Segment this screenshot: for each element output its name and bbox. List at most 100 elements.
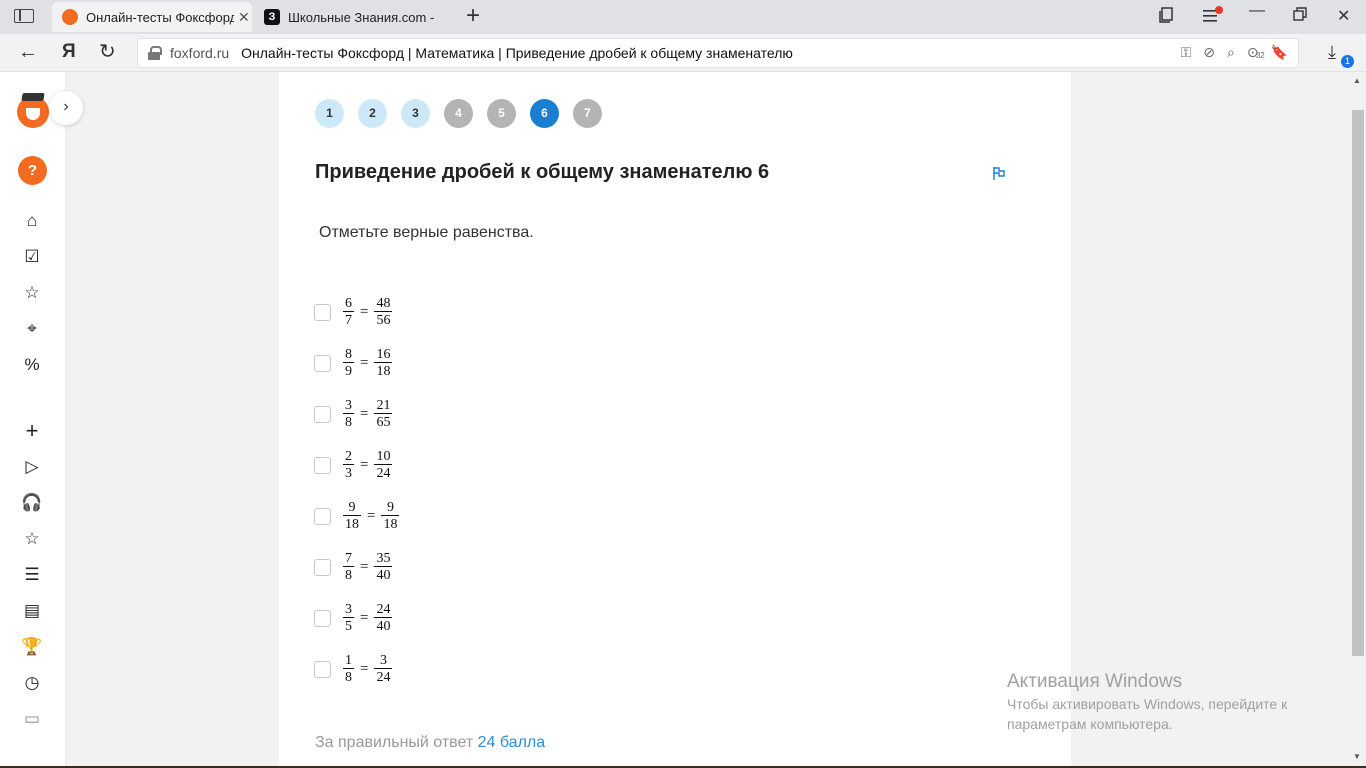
close-tab-icon[interactable]: ✕: [238, 9, 250, 26]
tab-znanija[interactable]: З Школьные Знания.com - Р: [256, 2, 456, 32]
tag-icon[interactable]: ⌖: [20, 317, 44, 341]
fraction-numerator: 3: [345, 397, 352, 413]
briefcase-icon[interactable]: ▭: [20, 707, 44, 731]
report-flag-icon[interactable]: [991, 165, 1007, 181]
fraction-numerator: 9: [348, 499, 356, 515]
list-icon[interactable]: ☰: [20, 563, 44, 587]
quiz-card: 1 2 3 4 5 6 7 Приведение дробей к общему…: [279, 72, 1071, 768]
minimize-icon[interactable]: —: [1249, 2, 1265, 20]
close-window-icon[interactable]: ✕: [1337, 6, 1350, 26]
fraction-numerator: 35: [376, 550, 391, 566]
question-title: Приведение дробей к общему знаменателю 6: [315, 161, 770, 183]
answer-checkbox[interactable]: [314, 507, 331, 525]
step-7[interactable]: 7: [573, 99, 602, 128]
answer-checkbox[interactable]: [314, 303, 331, 321]
downloads-icon[interactable]: ⤓: [1328, 42, 1336, 63]
scroll-down-arrow-icon[interactable]: ▼: [1353, 752, 1361, 761]
answer-checkbox[interactable]: [314, 354, 331, 372]
plus-icon[interactable]: +: [20, 419, 44, 443]
answer-option[interactable]: 18 = 3 24: [314, 651, 394, 687]
fraction-equation: 9 18 = 9 18: [341, 500, 401, 533]
scroll-up-arrow-icon[interactable]: ▲: [1353, 76, 1361, 85]
sidebar-toggle-icon[interactable]: [14, 9, 34, 23]
equals-sign: =: [360, 354, 369, 371]
lock-icon[interactable]: [148, 46, 162, 60]
score-label: За правильный ответ: [315, 734, 474, 751]
answer-option[interactable]: 67 = 48 56: [314, 294, 394, 330]
restore-icon[interactable]: [1292, 6, 1308, 27]
equals-sign: =: [367, 507, 376, 524]
fraction-numerator: 48: [376, 295, 391, 311]
answer-checkbox[interactable]: [314, 456, 331, 474]
equals-sign: =: [360, 660, 369, 677]
tab-title: Онлайн-тесты Фоксфорд: [86, 9, 234, 25]
answer-option[interactable]: 89 = 16 18: [314, 345, 394, 381]
fraction-equation: 89 = 16 18: [341, 347, 394, 380]
step-2[interactable]: 2: [358, 99, 387, 128]
answer-option[interactable]: 38 = 21 65: [314, 396, 394, 432]
yandex-logo-icon[interactable]: Я: [62, 40, 76, 64]
url-field[interactable]: foxford.ru Онлайн-тесты Фоксфорд | Матем…: [137, 38, 1299, 68]
scrollbar-thumb[interactable]: [1352, 110, 1364, 656]
clock-icon[interactable]: ◷: [20, 671, 44, 695]
fraction-numerator: 2: [345, 448, 352, 464]
score-value: 24 балла: [477, 734, 546, 751]
new-tab-plus-icon[interactable]: +: [466, 4, 480, 28]
answer-option[interactable]: 23 = 10 24: [314, 447, 394, 483]
step-5[interactable]: 5: [487, 99, 516, 128]
collections-icon[interactable]: [1158, 6, 1176, 29]
trophy-icon[interactable]: 🏆: [20, 635, 44, 659]
percent-icon[interactable]: %: [20, 353, 44, 377]
foxford-favicon-icon: [62, 9, 78, 25]
address-bar-icons: ⚿ ⊘ ⌕ ⊙ 32 🔖: [1181, 44, 1288, 61]
watermark-line2: параметрам компьютера.: [1007, 716, 1173, 732]
step-4[interactable]: 4: [444, 99, 473, 128]
answer-option[interactable]: 35 = 24 40: [314, 600, 394, 636]
downloads-badge: 1: [1341, 55, 1354, 68]
reload-icon[interactable]: ↻: [99, 40, 116, 64]
fraction-denominator: 18: [343, 514, 361, 532]
fraction-numerator: 16: [376, 346, 391, 362]
fraction-numerator: 24: [376, 601, 391, 617]
fraction-numerator: 3: [345, 601, 352, 617]
answer-checkbox[interactable]: [314, 405, 331, 423]
question-instruction: Отметьте верные равенства.: [319, 224, 534, 241]
back-arrow-icon[interactable]: ←: [18, 40, 38, 64]
promo-button[interactable]: ?: [18, 156, 47, 185]
headphones-icon[interactable]: 🎧: [20, 491, 44, 515]
fraction-denominator: 40: [374, 565, 393, 583]
counter-icon[interactable]: ⊙ 32: [1247, 44, 1265, 61]
fraction-denominator: 8: [343, 412, 354, 430]
star-icon[interactable]: ☆: [20, 527, 44, 551]
answer-option[interactable]: 78 = 35 40: [314, 549, 394, 585]
step-3[interactable]: 3: [401, 99, 430, 128]
fraction-numerator: 6: [345, 295, 352, 311]
home-icon[interactable]: ⌂: [20, 209, 44, 233]
foxford-logo-icon[interactable]: [17, 96, 49, 128]
key-icon[interactable]: ⚿: [1181, 44, 1192, 61]
step-6[interactable]: 6: [530, 99, 559, 128]
question-steps: 1 2 3 4 5 6 7: [315, 99, 616, 128]
fraction-denominator: 8: [343, 667, 354, 685]
score-line: За правильный ответ 24 балла: [315, 734, 545, 752]
zoom-icon[interactable]: ⌕: [1227, 44, 1235, 61]
znanija-favicon-icon: З: [264, 9, 280, 25]
stack-icon[interactable]: ▤: [20, 599, 44, 623]
page-scrollbar[interactable]: ▲ ▼: [1350, 72, 1366, 768]
tab-foxford[interactable]: Онлайн-тесты Фоксфорд ✕: [52, 2, 252, 32]
expand-sidebar-chevron-icon[interactable]: ›: [49, 91, 83, 125]
checklist-icon[interactable]: ☑: [20, 245, 44, 269]
step-1[interactable]: 1: [315, 99, 344, 128]
camera-icon[interactable]: ⊘: [1203, 44, 1215, 61]
answer-checkbox[interactable]: [314, 609, 331, 627]
answer-checkbox[interactable]: [314, 660, 331, 678]
answer-option[interactable]: 9 18 = 9 18: [314, 498, 401, 534]
play-icon[interactable]: ▷: [20, 455, 44, 479]
equals-sign: =: [360, 303, 369, 320]
star-icon[interactable]: ☆: [20, 281, 44, 305]
menu-icon[interactable]: [1203, 6, 1225, 29]
fraction-denominator: 9: [343, 361, 354, 379]
watermark-line1: Чтобы активировать Windows, перейдите к: [1007, 696, 1288, 712]
answer-checkbox[interactable]: [314, 558, 331, 576]
bookmark-icon[interactable]: 🔖: [1271, 44, 1288, 61]
